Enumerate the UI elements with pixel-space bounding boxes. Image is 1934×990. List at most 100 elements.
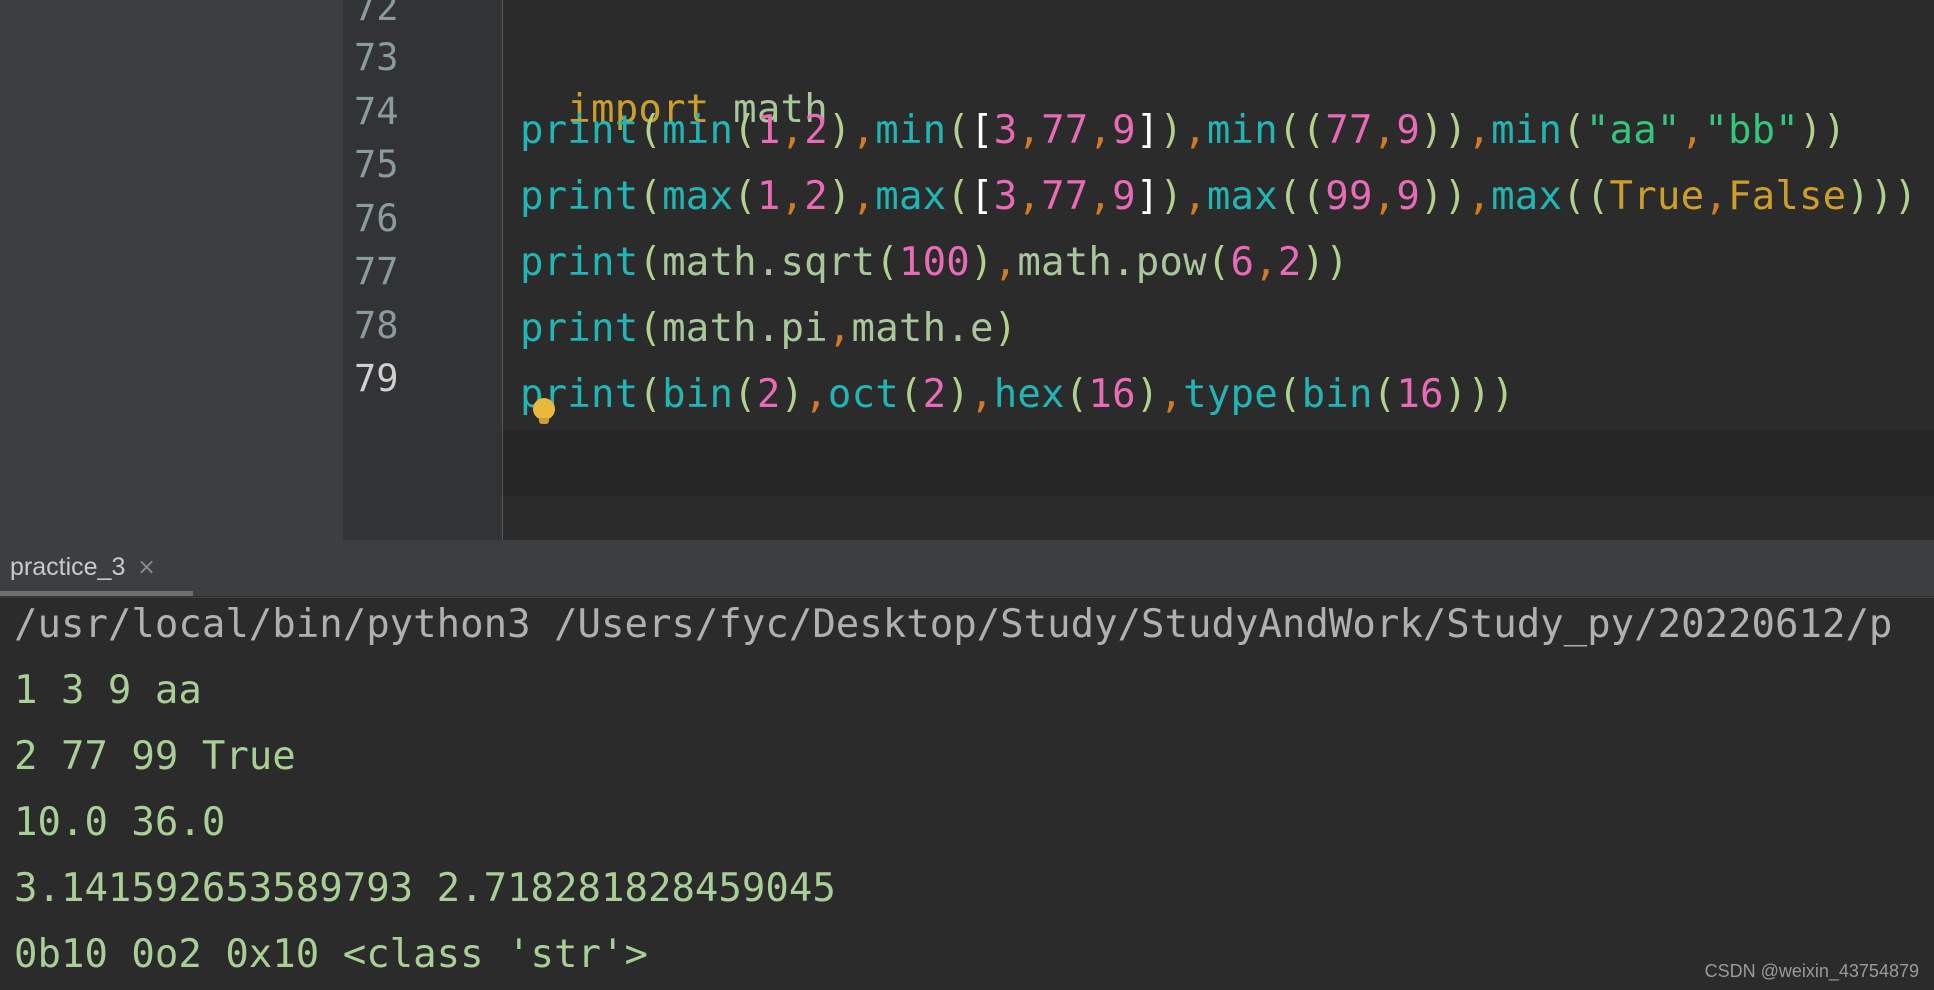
code-token-paren: ( <box>898 372 923 417</box>
code-token-id: math.pow <box>1017 240 1207 285</box>
output-line: 2 77 99 True <box>14 734 296 779</box>
code-token-fn: max <box>1491 174 1563 219</box>
code-token-bool: False <box>1727 174 1847 219</box>
code-token-paren: ( <box>1277 372 1302 417</box>
code-token-fn: print <box>520 174 639 219</box>
code-token-comma: , <box>1183 174 1207 219</box>
code-token-fn: min <box>662 108 734 153</box>
code-token-paren: ( <box>946 174 970 219</box>
code-token-comma: , <box>1088 174 1113 219</box>
code-token-paren: ) <box>993 306 1018 351</box>
code-token-comma: , <box>780 108 805 153</box>
code-token-fn: max <box>662 174 734 219</box>
code-token-str: "aa" <box>1585 108 1681 153</box>
code-token-fn: bin <box>1301 372 1373 417</box>
code-token-num: 100 <box>898 240 970 285</box>
output-line: 0b10 0o2 0x10 <class 'str'> <box>14 932 648 977</box>
code-token-num: 9 <box>1396 174 1421 219</box>
code-token-fn: min <box>875 108 947 153</box>
code-line-75[interactable]: print(max(1,2),max([3,77,9]),max((99,9))… <box>520 174 1917 219</box>
code-token-paren: ( <box>733 174 757 219</box>
code-token-paren: ( <box>1064 372 1089 417</box>
code-token-num: 2 <box>922 372 947 417</box>
run-tab-bar: practice_3 × <box>0 540 1934 597</box>
code-token-paren: )) <box>1420 108 1468 153</box>
code-token-fn: print <box>520 240 639 285</box>
code-token-num: 3 <box>993 174 1018 219</box>
line-number: 76 <box>354 197 399 240</box>
current-line-highlight <box>503 430 1934 496</box>
code-token-paren: ) <box>827 174 852 219</box>
code-token-str: "bb" <box>1704 108 1799 153</box>
close-icon[interactable]: × <box>137 555 155 580</box>
code-token-fn: type <box>1183 372 1278 417</box>
code-token-paren: ( <box>1206 240 1231 285</box>
code-token-num: 16 <box>1396 372 1444 417</box>
code-token-paren: ) <box>1159 174 1184 219</box>
code-token-fn: oct <box>827 372 899 417</box>
code-token-comma: , <box>1088 108 1113 153</box>
code-token-paren: )) <box>1301 240 1349 285</box>
code-token-paren: ( <box>638 306 663 351</box>
code-token-fn: print <box>520 108 639 153</box>
watermark: CSDN @weixin_43754879 <box>1704 961 1919 981</box>
code-line-74[interactable]: print(min(1,2),min([3,77,9]),min((77,9))… <box>520 108 1846 153</box>
code-token-comma: , <box>1017 108 1042 153</box>
tab-practice-3[interactable]: practice_3 × <box>0 540 202 594</box>
code-token-num: 77 <box>1041 108 1089 153</box>
code-token-paren: ( <box>638 174 663 219</box>
code-token-num: 2 <box>804 108 828 153</box>
code-token-paren: ( <box>638 240 663 285</box>
code-token-paren: ( <box>638 108 663 153</box>
code-line-77[interactable]: print(math.pi,math.e) <box>520 306 1017 351</box>
output-line: 1 3 9 aa <box>14 668 202 713</box>
code-token-paren: )) <box>1420 174 1468 219</box>
code-token-paren: ) <box>1135 372 1160 417</box>
code-token-comma: , <box>1467 174 1492 219</box>
code-token-paren: ) <box>780 372 805 417</box>
project-sidebar <box>0 0 344 540</box>
code-token-paren: (( <box>1277 108 1326 153</box>
code-token-paren: ( <box>733 372 757 417</box>
code-token-paren: )) <box>1799 108 1847 153</box>
code-token-comma: , <box>1372 108 1397 153</box>
line-number: 78 <box>354 304 399 347</box>
code-token-id: math.sqrt <box>662 240 876 285</box>
code-token-paren: ( <box>1372 372 1397 417</box>
code-token-bracket: ] <box>1135 108 1160 153</box>
code-token-paren: (( <box>1277 174 1326 219</box>
code-line-78[interactable]: print(bin(2),oct(2),hex(16),type(bin(16)… <box>520 372 1515 417</box>
code-token-fn: print <box>520 306 639 351</box>
code-token-paren: ) <box>1159 108 1184 153</box>
code-token-fn: min <box>1206 108 1278 153</box>
code-token-comma: , <box>1467 108 1492 153</box>
code-token-comma: , <box>827 306 852 351</box>
code-token-num: 2 <box>804 174 828 219</box>
code-token-num: 9 <box>1396 108 1421 153</box>
code-token-paren: ( <box>946 108 970 153</box>
code-token-comma: , <box>1017 174 1042 219</box>
code-token-paren: ( <box>875 240 899 285</box>
line-number: 74 <box>354 90 399 133</box>
code-token-fn: bin <box>662 372 734 417</box>
code-token-comma: , <box>1680 108 1705 153</box>
line-number: 73 <box>354 36 399 79</box>
code-token-num: 99 <box>1325 174 1373 219</box>
code-token-num: 6 <box>1230 240 1255 285</box>
code-token-fn: max <box>1206 174 1278 219</box>
code-token-paren: ( <box>1562 108 1586 153</box>
console-output[interactable]: /usr/local/bin/python3 /Users/fyc/Deskto… <box>0 598 1934 990</box>
code-token-paren: ) <box>946 372 970 417</box>
output-line: 3.141592653589793 2.718281828459045 <box>14 866 836 911</box>
code-token-comma: , <box>1704 174 1728 219</box>
code-token-num: 9 <box>1112 108 1136 153</box>
code-line-76[interactable]: print(math.sqrt(100),math.pow(6,2)) <box>520 240 1349 285</box>
lightbulb-icon[interactable] <box>533 398 555 424</box>
code-token-bool: True <box>1609 174 1705 219</box>
code-token-comma: , <box>780 174 805 219</box>
code-token-bracket: [ <box>970 108 994 153</box>
code-token-comma: , <box>993 240 1018 285</box>
code-token-id: math.e <box>851 306 994 351</box>
line-number-current: 79 <box>354 357 399 400</box>
code-token-fn: max <box>875 174 947 219</box>
